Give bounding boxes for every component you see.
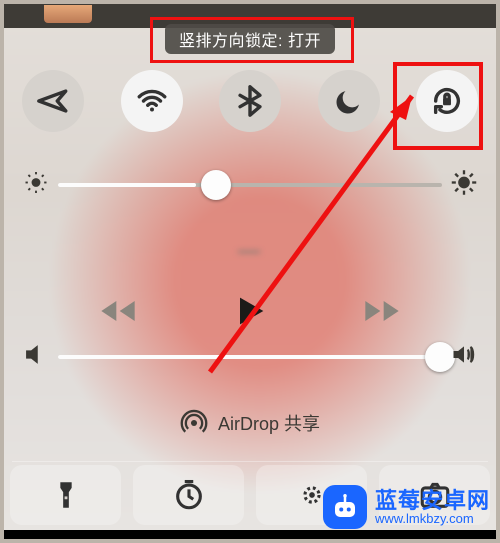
airdrop-label: AirDrop 共享 (218, 410, 320, 436)
annotation-highlight-lock (393, 62, 483, 150)
watermark-logo (323, 485, 367, 529)
volume-high-icon (450, 341, 478, 374)
moon-icon (332, 84, 366, 118)
brightness-low-icon (22, 169, 50, 202)
divider (12, 461, 488, 462)
watermark-line2: www.lmkbzy.com (375, 512, 474, 526)
airdrop-icon (180, 409, 208, 437)
brightness-high-icon (450, 169, 478, 202)
do-not-disturb-toggle[interactable] (318, 70, 380, 132)
play-button[interactable] (228, 289, 272, 333)
airplane-icon (36, 84, 70, 118)
wifi-icon (135, 84, 169, 118)
brightness-slider[interactable] (22, 168, 478, 202)
fast-forward-button[interactable] (360, 289, 404, 333)
rewind-icon (98, 291, 138, 331)
timer-icon (172, 478, 206, 512)
flashlight-shortcut[interactable] (10, 465, 121, 525)
bluetooth-icon (233, 84, 267, 118)
wifi-toggle[interactable] (121, 70, 183, 132)
airdrop-row[interactable]: AirDrop 共享 (90, 398, 410, 448)
media-transport (96, 286, 404, 336)
now-playing-title: — (0, 225, 500, 277)
control-center-screenshot: 竖排方向锁定: 打开 (0, 0, 500, 543)
rewind-button[interactable] (96, 289, 140, 333)
volume-slider[interactable] (22, 340, 478, 374)
timer-shortcut[interactable] (133, 465, 244, 525)
watermark: 蓝莓安卓网 www.lmkbzy.com (323, 485, 490, 529)
airplane-mode-toggle[interactable] (22, 70, 84, 132)
bluetooth-toggle[interactable] (219, 70, 281, 132)
fast-forward-icon (362, 291, 402, 331)
volume-low-icon (22, 341, 50, 374)
annotation-highlight-banner (150, 17, 354, 63)
flashlight-icon (49, 478, 83, 512)
watermark-line1: 蓝莓安卓网 (375, 489, 490, 512)
brightness-thumb[interactable] (201, 170, 231, 200)
play-icon (230, 291, 270, 331)
